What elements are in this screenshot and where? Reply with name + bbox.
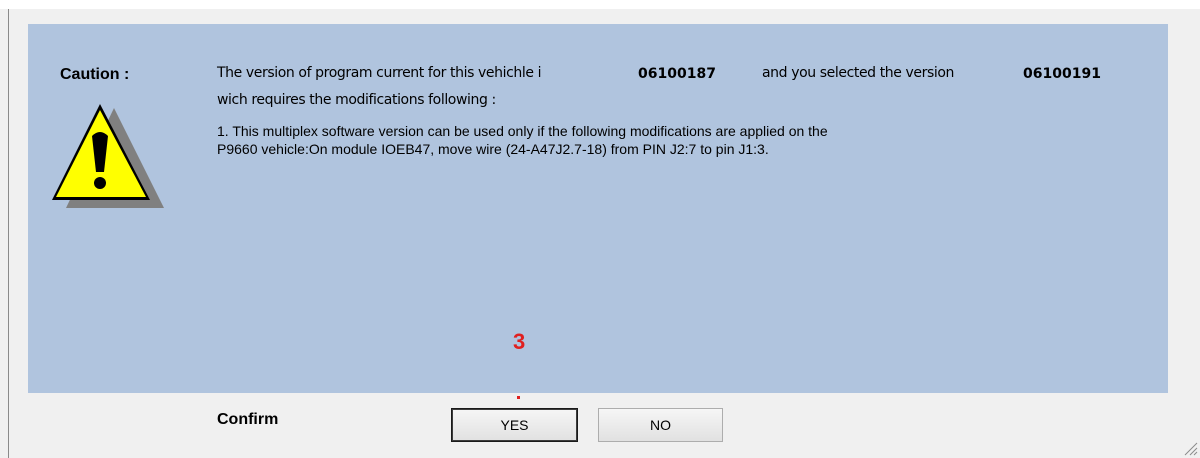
step-annotation: 3	[513, 329, 526, 354]
message-text-selected: and you selected the version	[762, 65, 955, 81]
confirm-label: Confirm	[217, 411, 279, 428]
resize-grip-icon[interactable]	[1182, 440, 1198, 456]
no-button[interactable]: NO	[598, 408, 723, 442]
message-text: The version of program current for this …	[217, 65, 542, 81]
selected-version: 06100191	[1023, 66, 1101, 82]
modification-line: P9660 vehicle:On module IOEB47, move wir…	[217, 141, 769, 157]
top-strip	[0, 0, 1200, 9]
current-version: 06100187	[638, 66, 716, 82]
caution-label: Caution :	[60, 66, 130, 83]
warning-icon	[52, 104, 164, 208]
window-border	[8, 9, 9, 458]
yes-button[interactable]: YES	[451, 408, 578, 442]
annotation-marker	[517, 396, 520, 399]
dialog-window: Caution : The version of program current…	[0, 0, 1200, 458]
message-panel	[28, 24, 1168, 393]
message-text-requirements: wich requires the modifications followin…	[217, 92, 496, 108]
modification-line: 1. This multiplex software version can b…	[217, 123, 828, 139]
